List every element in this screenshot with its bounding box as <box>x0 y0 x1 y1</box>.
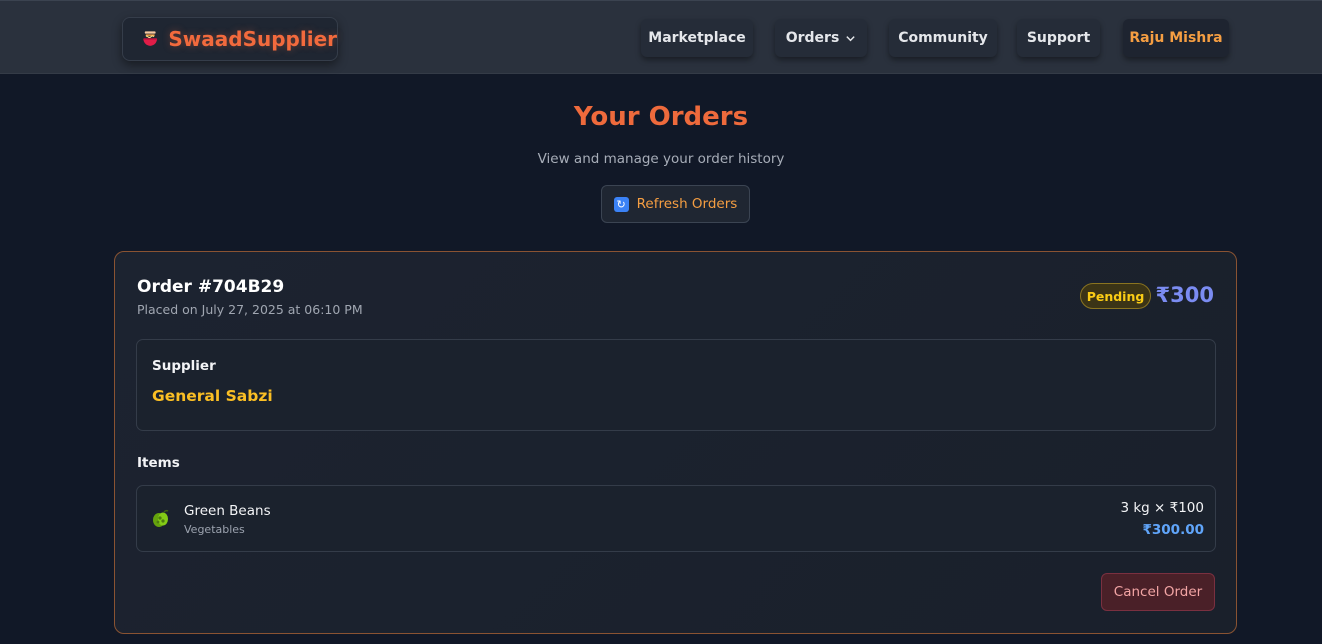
supplier-label: Supplier <box>152 358 216 374</box>
nav-community[interactable]: Community <box>889 19 997 57</box>
nav-orders-dropdown[interactable]: Orders <box>775 19 867 57</box>
supplier-name[interactable]: General Sabzi <box>152 387 273 405</box>
items-label: Items <box>137 455 180 471</box>
order-card: Order #704B29 Placed on July 27, 2025 at… <box>114 251 1237 634</box>
item-quantity-price: 3 kg × ₹100 <box>1120 500 1204 516</box>
brand-name: SwaadSupplier <box>168 27 337 51</box>
user-profile-button[interactable]: Raju Mishra <box>1123 19 1229 57</box>
nav-community-label: Community <box>898 30 988 46</box>
refresh-icon: ↻ <box>613 196 629 212</box>
supplier-section: Supplier General Sabzi <box>136 339 1216 431</box>
item-subtotal: ₹300.00 <box>1142 522 1205 538</box>
nav-orders-label: Orders <box>785 30 840 46</box>
nav-marketplace-label: Marketplace <box>648 30 746 46</box>
list-item: Green Beans Vegetables 3 kg × ₹100 ₹300.… <box>136 485 1216 552</box>
refresh-orders-button[interactable]: ↻ Refresh Orders <box>601 185 750 223</box>
chevron-down-icon <box>846 35 855 41</box>
brand-logo[interactable]: SwaadSupplier <box>122 17 338 61</box>
page-title: Your Orders <box>573 102 749 132</box>
order-total: ₹300 <box>1155 283 1214 307</box>
page-subtitle: View and manage your order history <box>537 151 785 167</box>
nav-marketplace[interactable]: Marketplace <box>641 19 753 57</box>
nav-support[interactable]: Support <box>1017 19 1100 57</box>
order-id: Order #704B29 <box>137 277 285 297</box>
cancel-order-label: Cancel Order <box>1113 584 1203 600</box>
nav-support-label: Support <box>1026 30 1091 46</box>
item-name: Green Beans <box>184 503 271 519</box>
cancel-order-button[interactable]: Cancel Order <box>1101 573 1215 611</box>
noodle-bowl-icon <box>143 31 158 46</box>
order-placed-date: Placed on July 27, 2025 at 06:10 PM <box>137 302 363 317</box>
status-badge: Pending <box>1080 283 1151 309</box>
top-navbar: SwaadSupplier Marketplace Orders Communi… <box>0 0 1322 74</box>
refresh-orders-label: Refresh Orders <box>636 196 738 212</box>
user-name: Raju Mishra <box>1129 30 1223 46</box>
green-beans-icon <box>153 509 169 527</box>
item-category: Vegetables <box>184 523 245 536</box>
